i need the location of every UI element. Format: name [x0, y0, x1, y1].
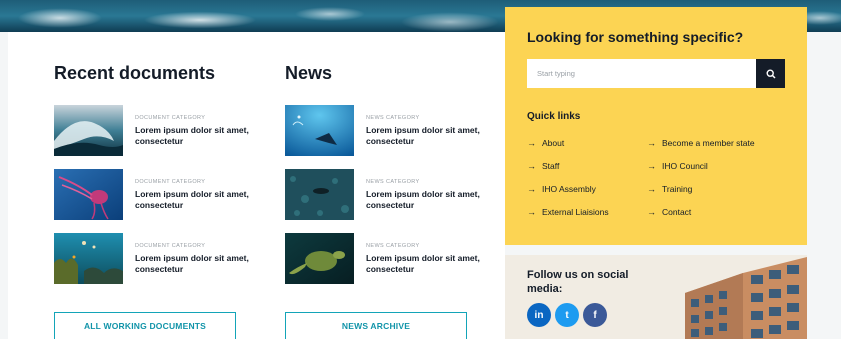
- search-panel: Looking for something specific? Quick li…: [505, 7, 807, 245]
- document-item[interactable]: DOCUMENT CATEGORY Lorem ipsum dolor sit …: [54, 233, 264, 285]
- arrow-right-icon: →: [527, 184, 536, 194]
- item-title[interactable]: Lorem ipsum dolor sit amet, consectetur: [366, 189, 496, 211]
- recent-documents-heading: Recent documents: [54, 63, 216, 83]
- linkedin-icon[interactable]: in: [527, 303, 551, 327]
- quick-link-become-member-state[interactable]: → Become a member state: [647, 138, 755, 148]
- quick-link-label: External Liaisions: [542, 207, 609, 217]
- quick-link-iho-council[interactable]: → IHO Council: [647, 161, 708, 171]
- news-item[interactable]: NEWS CATEGORY Lorem ipsum dolor sit amet…: [285, 105, 495, 157]
- news-item[interactable]: NEWS CATEGORY Lorem ipsum dolor sit amet…: [285, 233, 495, 285]
- search-input[interactable]: [527, 59, 756, 88]
- quick-link-about[interactable]: → About: [527, 138, 564, 148]
- quick-links-heading: Quick links: [527, 111, 581, 122]
- quick-link-label: IHO Assembly: [542, 184, 596, 194]
- item-category: DOCUMENT CATEGORY: [135, 115, 206, 121]
- building-photo: [683, 255, 807, 339]
- item-title[interactable]: Lorem ipsum dolor sit amet, consectetur: [366, 253, 496, 275]
- news-archive-button[interactable]: NEWS ARCHIVE: [285, 312, 467, 339]
- search-button[interactable]: [756, 59, 785, 88]
- quick-link-iho-assembly[interactable]: → IHO Assembly: [527, 184, 596, 194]
- arrow-right-icon: →: [647, 138, 656, 148]
- manta-ray-photo: [285, 105, 354, 156]
- item-category: NEWS CATEGORY: [366, 243, 420, 249]
- arrow-right-icon: →: [527, 161, 536, 171]
- quick-link-contact[interactable]: → Contact: [647, 207, 691, 217]
- arrow-right-icon: →: [647, 184, 656, 194]
- seabed-fish-photo: [285, 169, 354, 220]
- quick-link-external-liaisions[interactable]: → External Liaisions: [527, 207, 609, 217]
- facebook-icon[interactable]: f: [583, 303, 607, 327]
- quick-link-label: About: [542, 138, 565, 148]
- sea-turtle-photo: [285, 233, 354, 284]
- item-category: DOCUMENT CATEGORY: [135, 243, 206, 249]
- quick-link-label: Contact: [662, 207, 692, 217]
- quick-link-label: Training: [662, 184, 693, 194]
- item-title[interactable]: Lorem ipsum dolor sit amet, consectetur: [135, 125, 265, 147]
- social-panel: Follow us on social media: in t f: [505, 255, 807, 339]
- all-working-documents-button[interactable]: ALL WORKING DOCUMENTS: [54, 312, 236, 339]
- item-title[interactable]: Lorem ipsum dolor sit amet, consectetur: [366, 125, 496, 147]
- item-category: NEWS CATEGORY: [366, 179, 420, 185]
- item-title[interactable]: Lorem ipsum dolor sit amet, consectetur: [135, 253, 265, 275]
- content-card: Recent documents DOCUMENT CATEGORY Lorem…: [8, 32, 505, 339]
- item-category: NEWS CATEGORY: [366, 115, 420, 121]
- twitter-icon[interactable]: t: [555, 303, 579, 327]
- arrow-right-icon: →: [647, 161, 656, 171]
- item-title[interactable]: Lorem ipsum dolor sit amet, consectetur: [135, 189, 265, 211]
- arrow-right-icon: →: [527, 207, 536, 217]
- quick-link-staff[interactable]: → Staff: [527, 161, 559, 171]
- search-heading: Looking for something specific?: [527, 29, 744, 45]
- coral-reef-photo: [54, 233, 123, 284]
- item-category: DOCUMENT CATEGORY: [135, 179, 206, 185]
- jellyfish-photo: [54, 169, 123, 220]
- quick-link-label: Become a member state: [662, 138, 755, 148]
- social-heading: Follow us on social media:: [527, 269, 629, 295]
- document-item[interactable]: DOCUMENT CATEGORY Lorem ipsum dolor sit …: [54, 105, 264, 157]
- news-heading: News: [285, 63, 333, 83]
- wave-photo: [54, 105, 123, 156]
- quick-link-label: Staff: [542, 161, 560, 171]
- search-icon: [765, 68, 776, 79]
- arrow-right-icon: →: [527, 138, 536, 148]
- arrow-right-icon: →: [647, 207, 656, 217]
- quick-link-label: IHO Council: [662, 161, 708, 171]
- news-item[interactable]: NEWS CATEGORY Lorem ipsum dolor sit amet…: [285, 169, 495, 221]
- quick-link-training[interactable]: → Training: [647, 184, 692, 194]
- document-item[interactable]: DOCUMENT CATEGORY Lorem ipsum dolor sit …: [54, 169, 264, 221]
